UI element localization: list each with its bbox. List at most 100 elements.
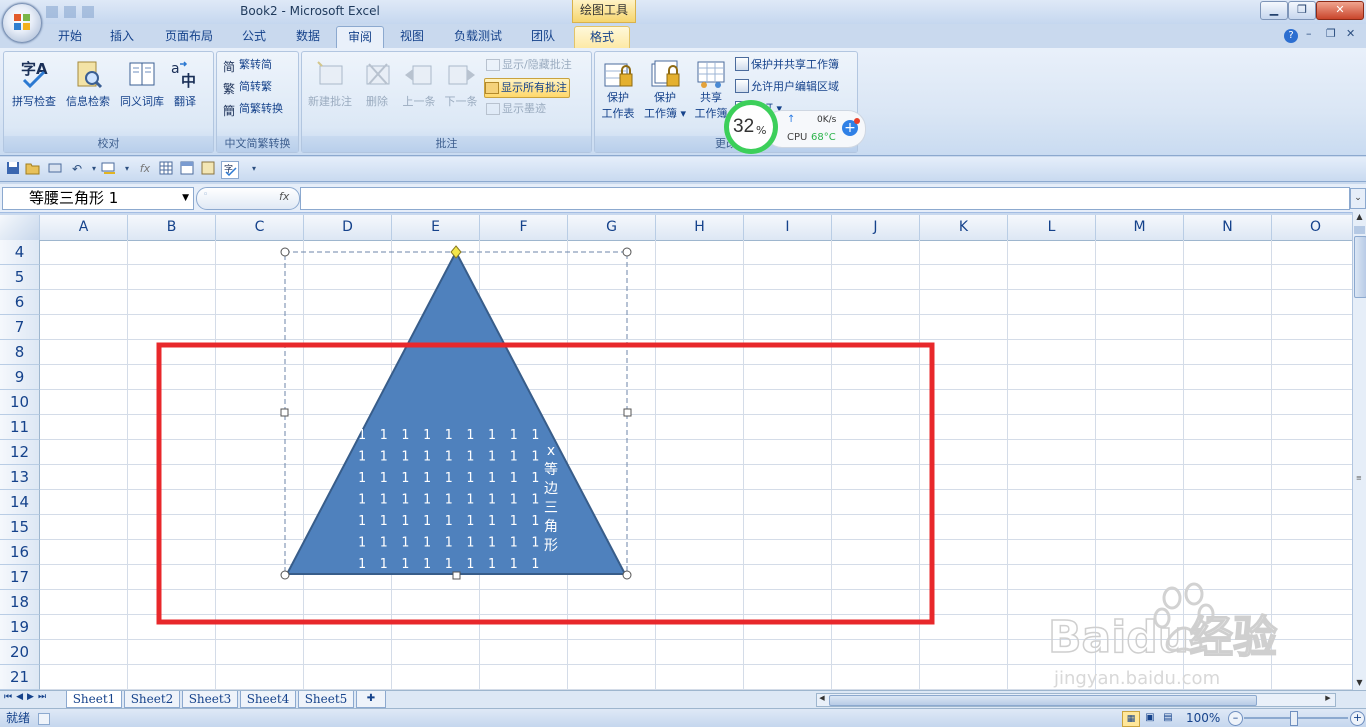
- zoom-slider-thumb[interactable]: [1290, 711, 1298, 726]
- open-icon[interactable]: [25, 161, 41, 177]
- allow-edit-ranges-button[interactable]: 允许用户编辑区域: [735, 78, 839, 96]
- sheet-tab-4[interactable]: Sheet4: [240, 691, 296, 708]
- tab-format[interactable]: 格式: [574, 26, 630, 48]
- show-hide-comment-button[interactable]: 显示/隐藏批注: [486, 56, 572, 74]
- tab-page-layout[interactable]: 页面布局: [156, 26, 222, 47]
- protect-share-workbook-button[interactable]: 保护并共享工作簿: [735, 56, 839, 74]
- print-preview-icon[interactable]: [47, 161, 63, 177]
- scroll-left-icon[interactable]: ◀: [817, 694, 827, 706]
- worksheet-grid[interactable]: ABCDEFGHIJKLMNO 4 5 6 7 8 9 10 11 12 13 14 15 16 17 18…: [0, 215, 1352, 690]
- protect-sheet-icon: [604, 63, 633, 87]
- trad-to-simp-label: 繁转简: [239, 58, 272, 71]
- tab-insert[interactable]: 插入: [102, 26, 142, 47]
- undo-icon[interactable]: ↶: [69, 161, 85, 177]
- format-dropdown-icon[interactable]: ▾: [119, 161, 135, 177]
- scroll-down-icon[interactable]: ▼: [1353, 678, 1366, 690]
- protect-workbook-button[interactable]: 保护 工作簿 ▾: [639, 56, 691, 126]
- formula-input[interactable]: [300, 187, 1350, 210]
- contextual-tab-drawing-tools: 绘图工具: [572, 0, 636, 23]
- horizontal-scrollbar[interactable]: ◀ ▶: [816, 693, 1336, 707]
- horizontal-scroll-thumb[interactable]: [829, 695, 1257, 706]
- zoom-in-icon[interactable]: +: [1350, 711, 1365, 726]
- help-icon[interactable]: ?: [1284, 29, 1298, 43]
- normal-view-icon[interactable]: ▦: [1122, 711, 1140, 727]
- tab-view[interactable]: 视图: [392, 26, 432, 47]
- shapes-icon[interactable]: [200, 161, 216, 177]
- tab-review[interactable]: 审阅: [336, 26, 384, 48]
- restore-button[interactable]: ❐: [1288, 1, 1316, 20]
- translate-button[interactable]: a 中 翻译: [160, 56, 210, 126]
- simp-to-trad-button[interactable]: 繁简转繁: [223, 78, 272, 96]
- ribbon-minimize-icon[interactable]: –: [1306, 27, 1312, 40]
- shape-adjust-handle[interactable]: [450, 245, 462, 259]
- vertical-scrollbar[interactable]: ▲ ≡ ▼: [1352, 212, 1366, 690]
- resize-handle-top-right[interactable]: [622, 247, 632, 257]
- show-all-comments-button[interactable]: 显示所有批注: [484, 78, 570, 98]
- resize-handle-right[interactable]: [623, 408, 632, 417]
- scroll-right-icon[interactable]: ▶: [1323, 694, 1333, 706]
- sheet-nav-arrows-icon[interactable]: ⏮◀▶⏭: [4, 692, 50, 702]
- show-all-comments-label: 显示所有批注: [501, 81, 567, 94]
- spelling-button[interactable]: 字A 拼写检查: [6, 56, 62, 126]
- new-comment-button[interactable]: 新建批注: [302, 56, 358, 126]
- ribbon-close-icon[interactable]: ✕: [1346, 27, 1355, 40]
- tab-load-test[interactable]: 负载测试: [444, 26, 512, 47]
- vertical-scroll-thumb[interactable]: [1354, 236, 1366, 298]
- customize-qat-icon[interactable]: ▾: [246, 161, 262, 177]
- insert-function-button[interactable]: fx: [279, 190, 289, 203]
- svg-text:中: 中: [181, 72, 196, 90]
- sheet-tab-bar: ⏮◀▶⏭ Sheet1 Sheet2 Sheet3 Sheet4 Sheet5 …: [0, 690, 1366, 708]
- group-proofing-label: 校对: [4, 136, 213, 152]
- insert-sheet-icon[interactable]: ✚: [356, 691, 386, 708]
- tab-data[interactable]: 数据: [288, 26, 328, 47]
- previous-comment-button[interactable]: 上一条: [396, 56, 442, 126]
- insert-function-icon[interactable]: fx: [137, 161, 153, 177]
- protect-sheet-button[interactable]: 保护 工作表: [595, 56, 641, 126]
- notification-dot: [854, 118, 860, 124]
- fx-handle-icon[interactable]: ◦: [203, 190, 208, 200]
- scroll-up-icon[interactable]: ▲: [1353, 212, 1366, 224]
- page-break-view-icon[interactable]: ▤: [1160, 711, 1176, 725]
- name-box-dropdown-icon[interactable]: ▼: [182, 188, 189, 209]
- page-layout-view-icon[interactable]: ▣: [1142, 711, 1158, 725]
- delete-comment-button[interactable]: 删除: [354, 56, 400, 126]
- system-monitor-widget[interactable]: ↑ 0K/s CPU 68°C + 32 %: [724, 100, 866, 154]
- resize-handle-left[interactable]: [280, 408, 289, 417]
- resize-handle-bottom-right[interactable]: [622, 570, 632, 580]
- next-comment-button[interactable]: 下一条: [438, 56, 484, 126]
- spelling-qat-icon[interactable]: 字: [221, 161, 239, 179]
- office-logo-icon: [14, 14, 30, 30]
- tab-formulas[interactable]: 公式: [234, 26, 274, 47]
- sheet-tab-3[interactable]: Sheet3: [182, 691, 238, 708]
- expand-formula-bar-icon[interactable]: ⌄: [1350, 188, 1366, 209]
- research-button[interactable]: 信息检索: [60, 56, 116, 126]
- tab-team[interactable]: 团队: [522, 26, 564, 47]
- resize-handle-bottom[interactable]: [452, 571, 461, 580]
- ribbon-restore-icon[interactable]: ❐: [1326, 27, 1336, 40]
- format-icon[interactable]: [101, 161, 117, 177]
- resize-handle-top-left[interactable]: [280, 247, 290, 257]
- resize-handle-bottom-left[interactable]: [280, 570, 290, 580]
- sheet-tab-1[interactable]: Sheet1: [66, 691, 122, 708]
- table-icon[interactable]: [179, 161, 195, 177]
- macro-record-icon[interactable]: [38, 713, 50, 725]
- sheet-tab-5[interactable]: Sheet5: [298, 691, 354, 708]
- sheet-tab-2[interactable]: Sheet2: [124, 691, 180, 708]
- show-ink-button[interactable]: 显示墨迹: [486, 100, 546, 118]
- tab-home[interactable]: 开始: [50, 26, 90, 47]
- save-icon[interactable]: [5, 161, 21, 177]
- grid-icon[interactable]: [158, 161, 174, 177]
- protect-sheet-label-1: 保护: [607, 91, 629, 104]
- undo-dropdown-icon[interactable]: ▾: [86, 161, 102, 177]
- shape-text: 1 1 1 1 1 1 1 1 1 1 1 1 1 1 1 1 1 1 1 1 1 …: [358, 428, 558, 572]
- zoom-level[interactable]: 100%: [1186, 709, 1220, 727]
- minimize-button[interactable]: ▁: [1260, 1, 1288, 20]
- trad-to-simp-button[interactable]: 简繁转简: [223, 56, 272, 74]
- office-button[interactable]: [2, 3, 42, 43]
- name-box[interactable]: 等腰三角形 1 ▼: [2, 187, 194, 210]
- zoom-out-icon[interactable]: –: [1228, 711, 1243, 726]
- close-button[interactable]: ✕: [1316, 1, 1364, 20]
- conversion-button[interactable]: 簡简繁转换: [223, 100, 283, 118]
- research-label: 信息检索: [66, 95, 110, 108]
- split-box[interactable]: [1354, 226, 1365, 234]
